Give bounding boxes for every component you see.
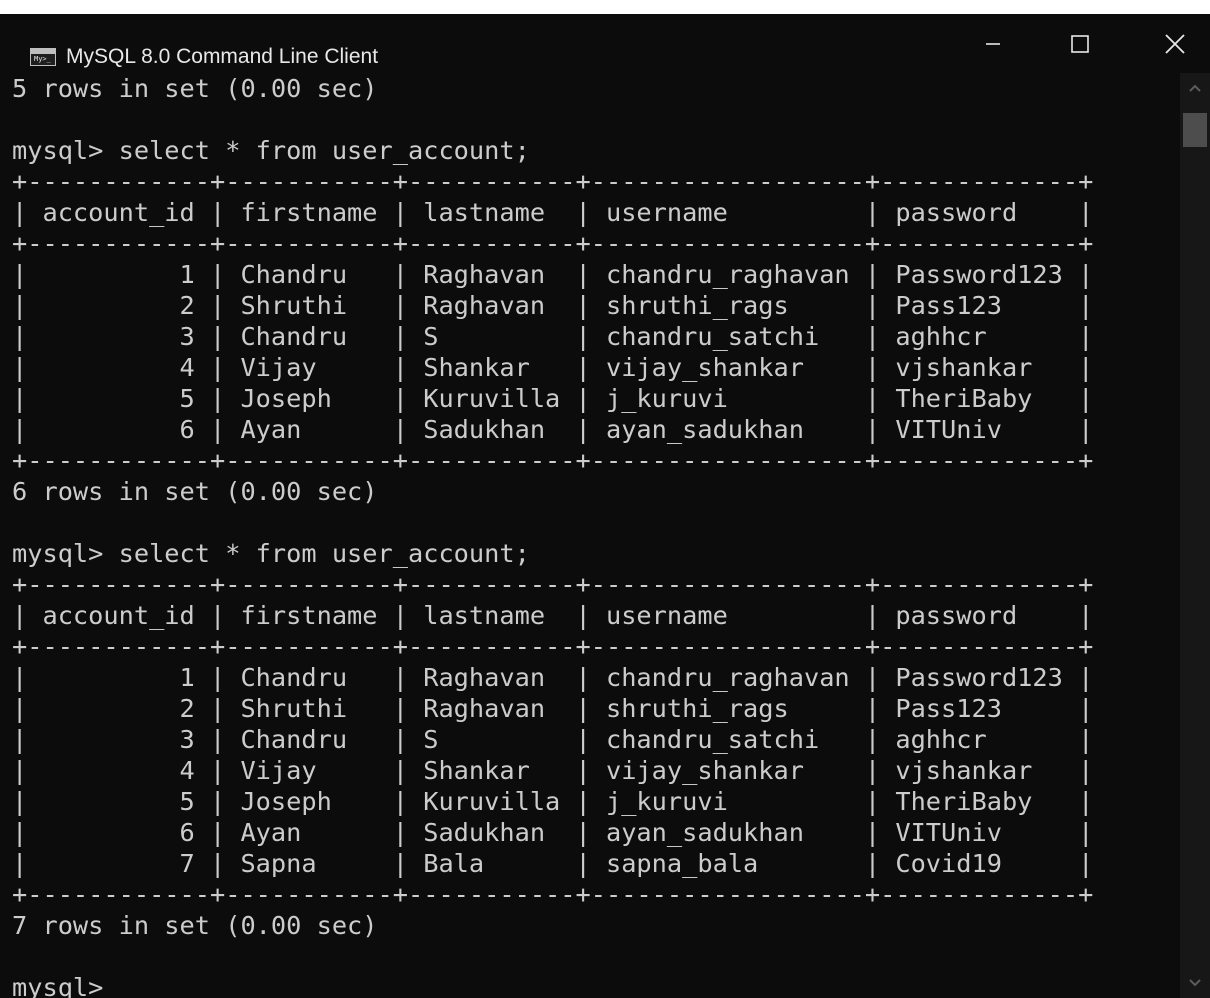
console-line: 5 rows in set (0.00 sec) (12, 74, 378, 103)
console-line: | account_id | firstname | lastname | us… (12, 198, 1094, 227)
console-line: | 3 | Chandru | S | chandru_satchi | agh… (12, 322, 1094, 351)
console-line: | 5 | Joseph | Kuruvilla | j_kuruvi | Th… (12, 384, 1094, 413)
minimize-button[interactable] (958, 14, 1028, 73)
console-line: | 2 | Shruthi | Raghavan | shruthi_rags … (12, 291, 1094, 320)
icon-text: My>_ (34, 55, 51, 63)
close-icon (1165, 33, 1185, 54)
scroll-down-button[interactable] (1180, 968, 1210, 998)
maximize-button[interactable] (1045, 14, 1115, 73)
scroll-up-arrow-icon (1189, 84, 1201, 92)
console-line: | 5 | Joseph | Kuruvilla | j_kuruvi | Th… (12, 787, 1094, 816)
scroll-thumb[interactable] (1183, 113, 1207, 147)
mysql-console-icon[interactable]: My>_ (30, 48, 56, 66)
console-line: mysql> select * from user_account; (12, 136, 530, 165)
console-line: | 1 | Chandru | Raghavan | chandru_ragha… (12, 260, 1094, 289)
close-button[interactable] (1140, 14, 1210, 73)
console-output[interactable]: 5 rows in set (0.00 sec) mysql> select * … (12, 73, 1178, 998)
scroll-up-button[interactable] (1180, 73, 1210, 103)
console-line: +------------+-----------+-----------+--… (12, 167, 1094, 196)
console-line: 7 rows in set (0.00 sec) (12, 911, 378, 940)
console-line: | 6 | Ayan | Sadukhan | ayan_sadukhan | … (12, 415, 1094, 444)
console-line: +------------+-----------+-----------+--… (12, 570, 1094, 599)
scroll-down-arrow-icon (1189, 979, 1201, 987)
console-line: | 4 | Vijay | Shankar | vijay_shankar | … (12, 353, 1094, 382)
console-line: | 2 | Shruthi | Raghavan | shruthi_rags … (12, 694, 1094, 723)
console-line: +------------+-----------+-----------+--… (12, 446, 1094, 475)
console-line: | 3 | Chandru | S | chandru_satchi | agh… (12, 725, 1094, 754)
vertical-scrollbar[interactable] (1180, 73, 1210, 998)
console-line: | 1 | Chandru | Raghavan | chandru_ragha… (12, 663, 1094, 692)
console-line: +------------+-----------+-----------+--… (12, 632, 1094, 661)
console-line: mysql> select * from user_account; (12, 539, 530, 568)
console-prompt-line[interactable]: mysql> (12, 972, 1178, 998)
console-line: 6 rows in set (0.00 sec) (12, 477, 378, 506)
maximize-icon (1071, 34, 1089, 53)
console-line: | 4 | Vijay | Shankar | vijay_shankar | … (12, 756, 1094, 785)
window-title: MySQL 8.0 Command Line Client (66, 45, 379, 68)
console-line: | 7 | Sapna | Bala | sapna_bala | Covid1… (12, 849, 1094, 878)
console-lines: 5 rows in set (0.00 sec) mysql> select * … (12, 73, 1178, 998)
console-line: +------------+-----------+-----------+--… (12, 229, 1094, 258)
minimize-icon (986, 42, 1000, 45)
console-line: | account_id | firstname | lastname | us… (12, 601, 1094, 630)
console-line: | 6 | Ayan | Sadukhan | ayan_sadukhan | … (12, 818, 1094, 847)
console-line: +------------+-----------+-----------+--… (12, 880, 1094, 909)
title-bar[interactable]: My>_ MySQL 8.0 Command Line Client (0, 14, 1210, 73)
top-edge-strip (0, 0, 1210, 14)
